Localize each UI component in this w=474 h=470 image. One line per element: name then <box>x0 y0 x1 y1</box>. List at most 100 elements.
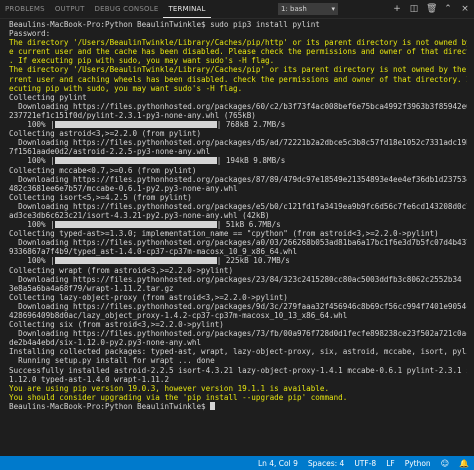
terminal-line: Collecting isort<5,>=4.2.5 (from pylint) <box>9 193 467 202</box>
encoding[interactable]: UTF-8 <box>349 459 381 468</box>
tab-problems[interactable]: PROBLEMS <box>0 0 50 18</box>
terminal-line-text: Downloading https://files.pythonhosted.o… <box>9 174 467 184</box>
terminal-line-text: The directory '/Users/BeaulinTwinkle/Lib… <box>9 38 467 48</box>
progress-suffix: | 194kB 9.8MB/s <box>216 156 286 166</box>
terminal-output[interactable]: Beaulins-MacBook-Pro:Python BeaulinTwink… <box>9 20 467 456</box>
trash-icon[interactable]: 🗑 <box>426 3 437 15</box>
terminal-line: Collecting six (from astroid<3,>=2.2.0->… <box>9 320 467 329</box>
plus-icon[interactable]: + <box>392 3 402 15</box>
terminal-line-text: ad3ce3db6c623c21/isort-4.3.21-py2.py3-no… <box>9 210 270 220</box>
terminal-line-text: Successfully installed astroid-2.2.5 iso… <box>9 365 467 375</box>
terminal-line-text: Collecting six (from astroid<3,>=2.2.0->… <box>9 320 224 330</box>
terminal-line-text: 1.12.0 typed-ast-1.4.0 wrapt-1.11.2 <box>9 374 170 384</box>
status-bar: Ln 4, Col 9 Spaces: 4 UTF-8 LF Python ☺ … <box>0 456 474 470</box>
close-icon[interactable]: × <box>460 3 470 15</box>
terminal-line-text: Collecting typed-ast>=1.3.0; implementat… <box>9 229 439 239</box>
chevron-up-icon[interactable]: ⌃ <box>443 3 453 15</box>
terminal-line: You are using pip version 19.0.3, howeve… <box>9 384 467 393</box>
terminal-line: Downloading https://files.pythonhosted.o… <box>9 202 467 211</box>
terminal-line-text: Downloading https://files.pythonhosted.o… <box>9 274 462 284</box>
terminal-line-text: Downloading https://files.pythonhosted.o… <box>9 329 467 339</box>
terminal-line-text: Collecting pylint <box>9 92 87 102</box>
terminal-line-text: Beaulins-MacBook-Pro:Python BeaulinTwink… <box>9 401 211 411</box>
terminal-line: Collecting lazy-object-proxy (from astro… <box>9 293 467 302</box>
terminal-line: Collecting pylint <box>9 93 467 102</box>
terminal-line: Downloading https://files.pythonhosted.o… <box>9 329 467 338</box>
terminal-line-text: Collecting isort<5,>=4.2.5 (from pylint) <box>9 192 192 202</box>
tab-output[interactable]: OUTPUT <box>50 0 90 18</box>
terminal-line: 9336867a7f4b9/typed_ast-1.4.0-cp37-cp37m… <box>9 247 467 256</box>
progress-suffix: | 768kB 2.7MB/s <box>216 120 286 130</box>
terminal-line-text: Collecting wrapt (from astroid<3,>=2.2.0… <box>9 265 234 275</box>
terminal-line: Beaulins-MacBook-Pro:Python BeaulinTwink… <box>9 401 467 411</box>
terminal-line-text: e current user and the cache has been di… <box>9 47 467 57</box>
bell-icon[interactable]: 🔔 <box>454 459 474 468</box>
terminal-line-text: Running setup.py install for wrapt ... d… <box>9 356 215 366</box>
terminal-line-text: You are using pip version 19.0.3, howeve… <box>9 383 330 393</box>
terminal-selector-value: 1: bash <box>281 5 307 13</box>
progress-bar <box>54 221 217 229</box>
end-of-line[interactable]: LF <box>381 459 400 468</box>
terminal-line-text: Downloading https://files.pythonhosted.o… <box>9 238 467 248</box>
terminal-line-text: 100% | <box>9 220 55 230</box>
terminal-line: Downloading https://files.pythonhosted.o… <box>9 102 467 111</box>
terminal-line: The directory '/Users/BeaulinTwinkle/Lib… <box>9 65 467 74</box>
terminal-line: 482c3681ee6e7b57/mccabe-0.6.1-py2.py3-no… <box>9 184 467 193</box>
terminal-line: 100% | | 194kB 9.8MB/s <box>9 156 467 165</box>
terminal-line: Downloading https://files.pythonhosted.o… <box>9 138 467 147</box>
progress-bar <box>54 257 217 265</box>
terminal-line-text: Beaulins-MacBook-Pro:Python BeaulinTwink… <box>9 20 320 29</box>
terminal-line: 100% | | 225kB 10.7MB/s <box>9 256 467 265</box>
terminal-line-text: Downloading https://files.pythonhosted.o… <box>9 201 467 211</box>
terminal-line-text: 9336867a7f4b9/typed_ast-1.4.0-cp37-cp37m… <box>9 247 298 257</box>
tab-terminal[interactable]: TERMINAL <box>163 0 211 18</box>
terminal-line: The directory '/Users/BeaulinTwinkle/Lib… <box>9 38 467 47</box>
indentation[interactable]: Spaces: 4 <box>303 459 349 468</box>
terminal-line-text: Collecting mccabe<0.7,>=0.6 (from pylint… <box>9 165 197 175</box>
terminal-line: 237721ef1c151f0d/pylint-2.3.1-py3-none-a… <box>9 111 467 120</box>
terminal-line: 3e8a5a6ba4a68f79/wrapt-1.11.2.tar.gz <box>9 284 467 293</box>
panel-actions: + ◫ 🗑 ⌃ × <box>392 3 470 15</box>
terminal-line: Collecting typed-ast>=1.3.0; implementat… <box>9 229 467 238</box>
terminal-line: Installing collected packages: typed-ast… <box>9 347 467 356</box>
terminal-line-text: rrent user and caching wheels has been d… <box>9 74 467 84</box>
terminal-line: de2b4a4ebd/six-1.12.0-py2.py3-none-any.w… <box>9 338 467 347</box>
terminal-line-text: Downloading https://files.pythonhosted.o… <box>9 301 467 311</box>
terminal-line: Successfully installed astroid-2.2.5 iso… <box>9 366 467 375</box>
progress-bar <box>54 121 217 129</box>
progress-suffix: | 51kB 6.7MB/s <box>216 220 281 230</box>
terminal-line-text: Collecting lazy-object-proxy (from astro… <box>9 292 288 302</box>
terminal-line: Collecting wrapt (from astroid<3,>=2.2.0… <box>9 266 467 275</box>
terminal-line-text: 100% | <box>9 256 55 266</box>
progress-bar <box>54 157 217 165</box>
terminal-line: 100% | | 768kB 2.7MB/s <box>9 120 467 129</box>
terminal-line-text: 7f1561aade0d2/astroid-2.2.5-py3-none-any… <box>9 147 211 157</box>
terminal-selector[interactable]: 1: bash ▾ <box>278 3 338 15</box>
terminal-line: ecuting pip with sudo, you may want sudo… <box>9 84 467 93</box>
terminal-line-text: Password: <box>9 29 51 39</box>
terminal-line-text: Installing collected packages: typed-ast… <box>9 347 467 357</box>
terminal-line-text: de2b4a4ebd/six-1.12.0-py2.py3-none-any.w… <box>9 338 202 348</box>
terminal-line: You should consider upgrading via the 'p… <box>9 393 467 402</box>
terminal-line-text: The directory '/Users/BeaulinTwinkle/Lib… <box>9 65 467 75</box>
terminal-line: Collecting mccabe<0.7,>=0.6 (from pylint… <box>9 166 467 175</box>
terminal-line-text: Downloading https://files.pythonhosted.o… <box>9 138 467 148</box>
terminal-line-text: Downloading https://files.pythonhosted.o… <box>9 101 467 111</box>
terminal-line: Running setup.py install for wrapt ... d… <box>9 356 467 365</box>
tab-debug-console[interactable]: DEBUG CONSOLE <box>90 0 164 18</box>
terminal-line: 100% | | 51kB 6.7MB/s <box>9 220 467 229</box>
terminal-line: e current user and the cache has been di… <box>9 47 467 56</box>
terminal-line: Beaulins-MacBook-Pro:Python BeaulinTwink… <box>9 20 467 29</box>
terminal-line: Password: <box>9 29 467 38</box>
terminal-line: 1.12.0 typed-ast-1.4.0 wrapt-1.11.2 <box>9 375 467 384</box>
terminal-line: Downloading https://files.pythonhosted.o… <box>9 302 467 311</box>
terminal-line-text: . If executing pip with sudo, you may wa… <box>9 56 275 66</box>
split-terminal-icon[interactable]: ◫ <box>409 3 419 15</box>
terminal-cursor <box>210 401 216 410</box>
cursor-position[interactable]: Ln 4, Col 9 <box>253 459 303 468</box>
language-mode[interactable]: Python <box>400 459 436 468</box>
smiley-icon[interactable]: ☺ <box>436 459 454 468</box>
terminal-line-text: 482c3681ee6e7b57/mccabe-0.6.1-py2.py3-no… <box>9 183 238 193</box>
terminal-line-text: 428696409b8d0ac/lazy_object_proxy-1.4.2-… <box>9 311 348 320</box>
terminal-line-text: 3e8a5a6ba4a68f79/wrapt-1.11.2.tar.gz <box>9 283 174 293</box>
